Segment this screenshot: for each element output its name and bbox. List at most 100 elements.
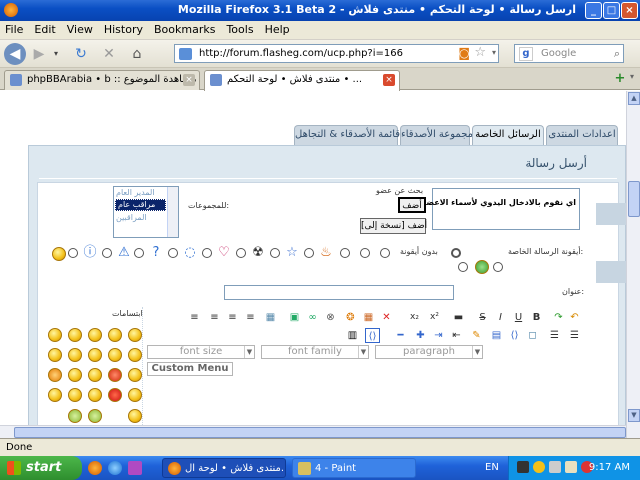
- menu-file[interactable]: File: [0, 21, 29, 36]
- menu-bookmarks[interactable]: Bookmarks: [149, 21, 221, 36]
- search-input[interactable]: g Google ⌕: [514, 44, 624, 63]
- messenger-icon[interactable]: [533, 461, 545, 473]
- app-quicklaunch-icon[interactable]: [128, 461, 142, 475]
- scroll-thumb[interactable]: [14, 427, 626, 438]
- groups-listbox[interactable]: المدير العام مراقب عام المراقبين: [113, 186, 179, 238]
- align-left-icon[interactable]: ≡: [187, 310, 202, 325]
- group-option[interactable]: المراقبين: [116, 213, 147, 222]
- start-button[interactable]: start: [0, 456, 82, 480]
- cleanup-icon[interactable]: ▦: [361, 310, 376, 325]
- exclaim-smiley-icon[interactable]: [68, 388, 82, 402]
- search-magnifier-icon[interactable]: ⌕: [614, 47, 620, 61]
- underline-icon[interactable]: U: [511, 310, 526, 325]
- tray-icon[interactable]: [517, 461, 529, 473]
- scroll-up-icon[interactable]: ▲: [628, 92, 640, 105]
- smiley-icon[interactable]: [88, 328, 102, 342]
- history-dropdown-icon[interactable]: ▾: [50, 43, 62, 65]
- minimize-button[interactable]: _: [585, 2, 602, 19]
- highlight-icon[interactable]: ✎: [469, 328, 484, 343]
- font-family-select[interactable]: font family ▼: [261, 345, 369, 359]
- tab-private-messages[interactable]: الرسائل الخاصة: [472, 125, 544, 146]
- browser-tab-active[interactable]: منتدى فلاش • لوحة التحكم • ... ×: [204, 70, 400, 91]
- link-icon[interactable]: ∞: [305, 310, 320, 325]
- smiley-icon[interactable]: [88, 368, 102, 382]
- stop-icon[interactable]: ✕: [98, 43, 120, 65]
- smiley-icon[interactable]: [68, 328, 82, 342]
- italic-icon[interactable]: I: [493, 310, 508, 325]
- tray-icon[interactable]: [549, 461, 561, 473]
- font-size-select[interactable]: font size ▼: [147, 345, 255, 359]
- menu-edit[interactable]: Edit: [29, 21, 61, 36]
- google-icon[interactable]: g: [519, 47, 533, 61]
- tab-friend-groups[interactable]: مجموعة الأصدقاء: [400, 125, 473, 145]
- menu-help[interactable]: Help: [260, 21, 296, 36]
- superscript-icon[interactable]: x²: [427, 310, 442, 325]
- menu-view[interactable]: View: [62, 21, 99, 36]
- smiley-icon[interactable]: [128, 388, 142, 402]
- volume-icon[interactable]: [565, 461, 577, 473]
- align-center-icon[interactable]: ≡: [207, 310, 222, 325]
- unlink-icon[interactable]: ⊗: [323, 310, 338, 325]
- smiley-icon[interactable]: [68, 368, 82, 382]
- menu-history[interactable]: History: [99, 21, 149, 36]
- recipients-textarea[interactable]: اي نقوم بالادخال اليدوي لأسماء الاعضاء: [419, 188, 580, 230]
- outdent-icon[interactable]: ⇤: [449, 328, 464, 343]
- find-member-link[interactable]: بحث عن عضو: [376, 186, 423, 195]
- hr-icon[interactable]: ▬: [451, 310, 466, 325]
- subject-input[interactable]: [224, 285, 454, 300]
- url-bar[interactable]: http://forum.flasheg.com/ucp.php?i=166 ◙…: [174, 44, 499, 63]
- home-icon[interactable]: ⌂: [126, 43, 148, 65]
- align-right-icon[interactable]: ≡: [243, 310, 258, 325]
- scroll-down-icon[interactable]: ▼: [628, 409, 640, 422]
- plus-icon[interactable]: ✚: [413, 328, 428, 343]
- scroll-thumb[interactable]: [628, 181, 640, 217]
- remove-format-icon[interactable]: ✕: [379, 310, 394, 325]
- maximize-button[interactable]: □: [603, 2, 620, 19]
- taskbar-item-paint[interactable]: 4 - Paint: [292, 458, 416, 478]
- vertical-scrollbar[interactable]: ▲ ▼: [626, 91, 640, 438]
- group-option-selected[interactable]: مراقب عام: [115, 199, 166, 211]
- radio-icon[interactable]: [236, 248, 246, 258]
- listbox-scrollbar[interactable]: [167, 187, 178, 237]
- radio-icon[interactable]: [304, 248, 314, 258]
- radio-icon[interactable]: [380, 248, 390, 258]
- smiley-icon[interactable]: [48, 328, 62, 342]
- media-film-icon[interactable]: ▥: [345, 328, 360, 343]
- group-option[interactable]: المدير العام: [116, 188, 155, 197]
- horizontal-scrollbar[interactable]: [0, 425, 626, 438]
- menu-tools[interactable]: Tools: [221, 21, 259, 36]
- tab-friends-foes[interactable]: قائمة الأصدقاء & التجاهل: [294, 125, 400, 145]
- taskbar-item-firefox[interactable]: منتدى فلاش • لوحة ال...: [162, 458, 286, 478]
- bookmark-star-icon[interactable]: ☆: [474, 45, 486, 60]
- add-button[interactable]: أضف: [398, 197, 426, 213]
- tab-board-settings[interactable]: اعدادات المنتدى: [546, 125, 618, 145]
- tab-close-icon[interactable]: ×: [383, 74, 395, 86]
- arrow-smiley-icon[interactable]: [48, 388, 62, 402]
- radio-icon[interactable]: [202, 248, 212, 258]
- strike-icon[interactable]: S: [475, 310, 490, 325]
- tab-list-icon[interactable]: ▾: [630, 72, 634, 81]
- angry-smiley-icon[interactable]: [48, 368, 62, 382]
- indent-icon[interactable]: ⇥: [431, 328, 446, 343]
- radio-icon[interactable]: [270, 248, 280, 258]
- smiley-icon[interactable]: [108, 348, 122, 362]
- unordered-list-icon[interactable]: ☰: [547, 328, 562, 343]
- align-justify-icon[interactable]: ≡: [225, 310, 240, 325]
- back-arrow-icon[interactable]: ◀: [4, 43, 26, 65]
- new-tab-icon[interactable]: +: [612, 71, 628, 87]
- firefox-quicklaunch-icon[interactable]: [88, 461, 102, 475]
- redo-icon[interactable]: ↷: [551, 310, 566, 325]
- radio-icon[interactable]: [168, 248, 178, 258]
- code-icon[interactable]: ⟨⟩: [507, 328, 522, 343]
- radio-icon[interactable]: [134, 248, 144, 258]
- mad-smiley-icon[interactable]: [108, 368, 122, 382]
- color-palette-icon[interactable]: ❂: [343, 310, 358, 325]
- smiley-icon[interactable]: [68, 348, 82, 362]
- smiley-icon[interactable]: [88, 348, 102, 362]
- add-bcc-button[interactable]: أضف [نسخة إلى]: [360, 218, 427, 234]
- media-icon[interactable]: ▤: [489, 328, 504, 343]
- radio-icon[interactable]: [493, 262, 503, 272]
- window-title-bar[interactable]: ارسل رسالة • لوحة التحكم • منتدى فلاش - …: [0, 0, 640, 21]
- subscript-icon[interactable]: x₂: [407, 310, 422, 325]
- paragraph-select[interactable]: paragraph ▼: [375, 345, 483, 359]
